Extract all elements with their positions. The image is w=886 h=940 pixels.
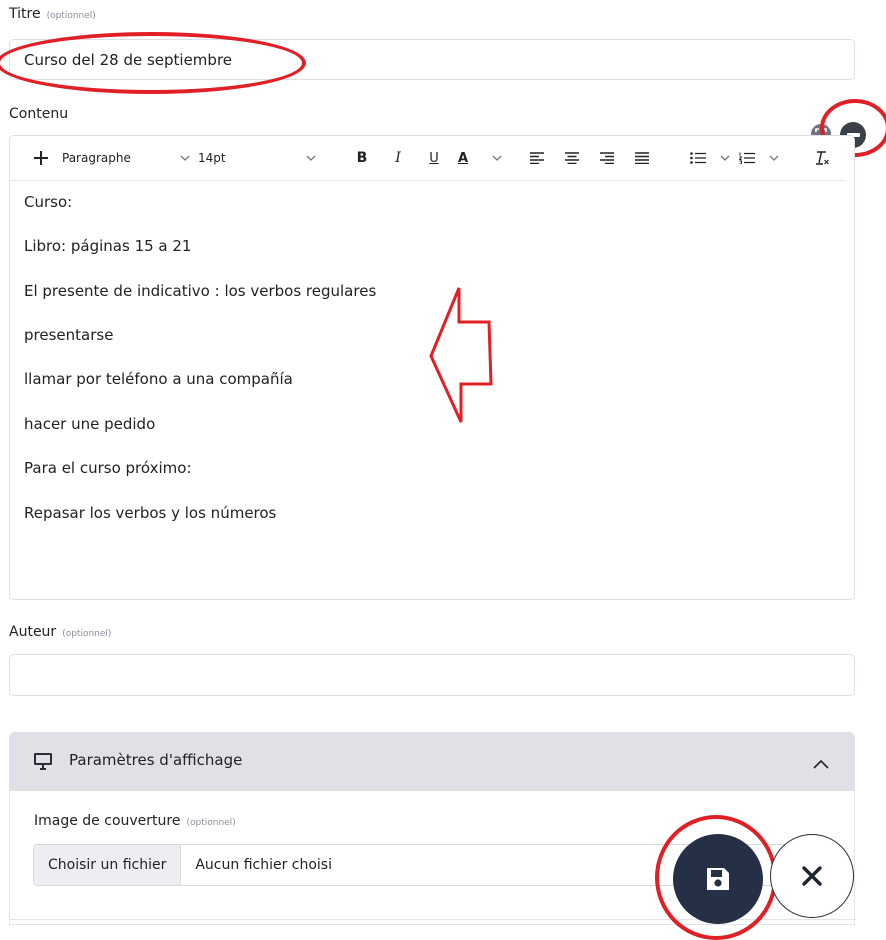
cancel-button[interactable] [770,834,854,918]
save-icon [707,868,729,890]
align-left-icon[interactable] [528,136,546,180]
align-center-icon[interactable] [563,136,581,180]
bold-button[interactable]: B [352,136,372,180]
choose-file-button[interactable]: Choisir un fichier [34,845,182,885]
bullet-list-icon[interactable] [690,136,730,180]
auteur-input[interactable] [9,654,855,696]
cover-label: Image de couverture [34,813,181,829]
contenu-label: Contenu [9,106,69,122]
align-right-icon[interactable] [598,136,616,180]
content-paragraph: hacer une pedido [24,415,156,433]
editor-toolbar: Paragraphe 14pt B I U A [10,136,846,181]
auteur-label-row: Auteur (optionnel) [9,624,111,640]
chevron-down-icon [180,155,190,161]
titre-label: Titre [9,6,41,22]
file-status: Aucun fichier choisi [195,857,332,873]
auteur-optional: (optionnel) [62,629,112,639]
cover-optional: (optionnel) [186,818,236,828]
numbered-list-icon[interactable] [739,136,779,180]
content-paragraph: Repasar los verbos y los números [24,504,277,522]
close-icon [802,866,822,886]
chevron-down-icon [769,155,779,161]
content-paragraph: El presente de indicativo : los verbos r… [24,282,377,300]
italic-button[interactable]: I [388,136,408,180]
arrow-left-icon [429,287,493,423]
content-paragraph: Para el curso próximo: [24,459,192,477]
font-size-select[interactable]: 14pt [198,136,316,180]
plus-icon[interactable] [30,136,52,180]
content-paragraph: presentarse [24,326,114,344]
block-format-select[interactable]: Paragraphe [62,136,190,180]
underline-button[interactable]: U [424,136,444,180]
text-color-button[interactable]: A [458,136,502,180]
display-settings-title: Paramètres d'affichage [69,751,243,769]
titre-input[interactable]: Curso del 28 de septiembre [9,39,855,80]
titre-label-row: Titre (optionnel) [9,6,96,22]
display-settings-header[interactable]: Paramètres d'affichage [9,732,855,791]
align-justify-icon[interactable] [633,136,651,180]
save-button[interactable] [673,834,763,924]
chevron-down-icon [720,155,730,161]
block-format-value: Paragraphe [62,151,131,165]
text-color-label: A [458,150,469,166]
cover-label-row: Image de couverture (optionnel) [34,813,236,829]
monitor-icon [33,752,53,774]
chevron-down-icon [492,155,502,161]
content-paragraph: Libro: páginas 15 a 21 [24,237,192,255]
content-paragraph: Curso: [24,193,73,211]
clear-format-icon[interactable] [812,136,832,180]
titre-value: Curso del 28 de septiembre [24,50,233,69]
chevron-down-icon [306,155,316,161]
auteur-label: Auteur [9,624,57,640]
chevron-up-icon[interactable] [813,754,829,773]
titre-optional: (optionnel) [46,11,96,21]
content-paragraph: llamar por teléfono a una compañía [24,370,293,388]
font-size-value: 14pt [198,151,226,165]
